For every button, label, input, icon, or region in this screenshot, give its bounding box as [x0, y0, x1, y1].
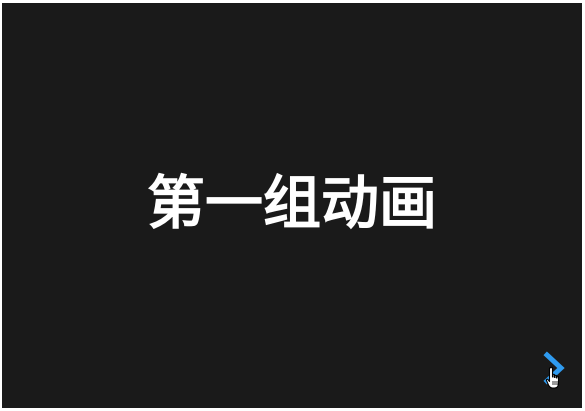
- viewport: 第一组动画: [0, 0, 585, 411]
- next-slide-button[interactable]: [538, 351, 570, 385]
- chevron-right-icon: [543, 351, 565, 385]
- slide-title: 第一组动画: [146, 169, 437, 237]
- slide: 第一组动画: [2, 3, 582, 408]
